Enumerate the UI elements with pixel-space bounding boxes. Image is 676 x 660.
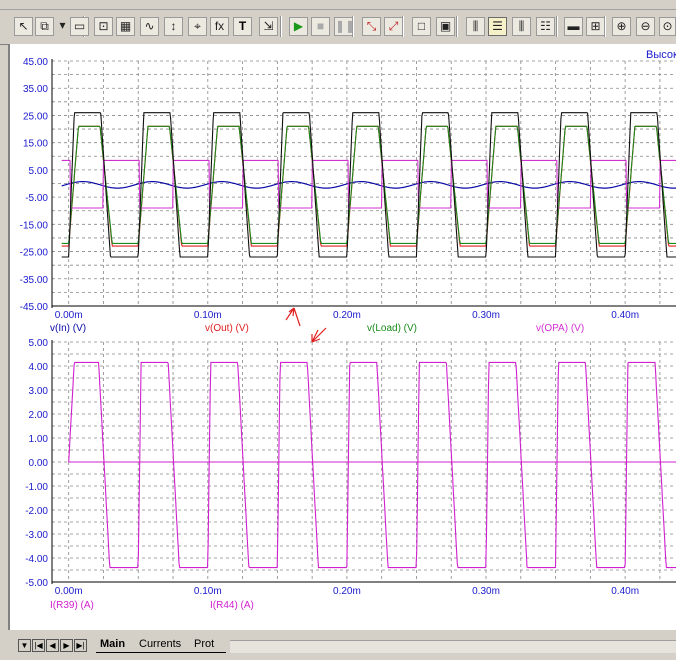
cursor-marker-down-icon[interactable] (311, 327, 327, 343)
next-tab-icon[interactable]: ▶ (60, 639, 73, 652)
text-icon[interactable]: T (233, 17, 252, 36)
cursor-marker-up-icon[interactable] (285, 307, 301, 327)
layout-1-icon[interactable]: ⫼ (466, 17, 485, 36)
menu-strip (0, 0, 676, 10)
toolbar-separator (280, 16, 282, 37)
toolbar: ↖⧉▾▭⊡▦∿↕⌖fxT⇲▶■❚❚⤡⤢□▣⫼☰⫼☷▬⊞⊕⊖⊙ (0, 0, 676, 45)
cursor-icon[interactable]: ↕ (164, 17, 183, 36)
y-tick-label: -15.00 (20, 220, 49, 231)
series-label[interactable]: v(Out) (V) (205, 323, 249, 334)
x-tick-label: 0.20m (333, 310, 361, 321)
series-label[interactable]: v(OPA) (V) (536, 323, 584, 334)
x-tick-label: 0.00m (55, 586, 83, 597)
pointer-icon[interactable]: ↖ (14, 17, 33, 36)
y-tick-label: -25.00 (20, 248, 49, 259)
y-tick-label: 2.00 (29, 410, 49, 421)
export-icon[interactable]: ⇲ (259, 17, 278, 36)
zoom-fit-icon[interactable]: ⊙ (659, 17, 676, 36)
series-label[interactable]: I(R39) (A) (50, 600, 94, 611)
y-tick-label: 4.00 (29, 362, 49, 373)
x-tick-label: 0.20m (333, 586, 361, 597)
series-curve (61, 112, 676, 258)
hgrid2-icon[interactable]: ⊞ (586, 17, 605, 36)
toolbar-separator (456, 16, 458, 37)
y-tick-label: -35.00 (20, 275, 49, 286)
y-tick-label: -2.00 (25, 506, 48, 517)
diagram-svg[interactable]: Высок 45.00 35.00 25.00 15.00 5.00 -5.00 -15.00… (10, 44, 676, 630)
y-tick-label: 5.00 (29, 166, 49, 177)
stop-icon[interactable]: ■ (311, 17, 330, 36)
top-right-label: Высок (646, 49, 676, 61)
prev-tab-icon[interactable]: ◀ (46, 639, 59, 652)
y-tick-label: 1.00 (29, 434, 49, 445)
frame-icon[interactable]: □ (412, 17, 431, 36)
y-tick-label: 5.00 (29, 338, 49, 349)
layout-4-icon[interactable]: ☷ (536, 17, 555, 36)
first-tab-icon[interactable]: ▼ (18, 639, 31, 652)
y-tick-label: 0.00 (29, 458, 49, 469)
tab-prot[interactable]: Prot (194, 637, 214, 652)
layout-2-icon[interactable]: ☰ (488, 17, 507, 36)
x-tick-label: 0.10m (194, 586, 222, 597)
toolbar-separator (556, 16, 558, 37)
window-icon[interactable]: ▭ (70, 17, 89, 36)
dropdown-icon[interactable]: ▾ (58, 17, 67, 36)
tab-currents[interactable]: Currents (139, 637, 181, 652)
zoom-out-icon[interactable]: ⊖ (636, 17, 655, 36)
diagram-red-icon[interactable]: ⤡ (362, 17, 381, 36)
formula-icon[interactable]: fx (210, 17, 229, 36)
y-tick-label: 3.00 (29, 386, 49, 397)
x-tick-label: 0.40m (611, 586, 639, 597)
horizontal-scrollbar[interactable] (230, 640, 676, 653)
series-curve (61, 125, 676, 244)
x-tick-label: 0.40m (611, 310, 639, 321)
grid-icon[interactable]: ▦ (116, 17, 135, 36)
x-tick-label: 0.00m (55, 310, 83, 321)
y-tick-label: -3.00 (25, 530, 48, 541)
y-tick-label: -5.00 (25, 578, 48, 589)
frame2-icon[interactable]: ▣ (436, 17, 455, 36)
pause-icon[interactable]: ❚❚ (334, 17, 353, 36)
x-tick-label: 0.30m (472, 310, 500, 321)
zoom-in-icon[interactable]: ⊕ (612, 17, 631, 36)
y-tick-label: -5.00 (25, 193, 48, 204)
x-tick-label: 0.10m (194, 310, 222, 321)
series-label[interactable]: I(R44) (A) (210, 600, 254, 611)
series-label[interactable]: v(Load) (V) (367, 323, 417, 334)
y-tick-label: 45.00 (23, 57, 48, 68)
curve-icon[interactable]: ∿ (140, 17, 159, 36)
copy-icon[interactable]: ⧉ (35, 17, 54, 36)
diagram-area[interactable]: Высок 45.00 35.00 25.00 15.00 5.00 -5.00 -15.00… (8, 44, 676, 630)
y-tick-label: -45.00 (20, 302, 49, 313)
run-icon[interactable]: ▶ (289, 17, 308, 36)
y-tick-label: 25.00 (23, 111, 48, 122)
y-tick-label: 35.00 (23, 84, 48, 95)
tab-divider (96, 652, 226, 653)
y-tick-label: 15.00 (23, 139, 48, 150)
marker-icon[interactable]: ⌖ (188, 17, 207, 36)
y-tick-label: -4.00 (25, 554, 48, 565)
prev-page-icon[interactable]: |◀ (32, 639, 45, 652)
tab-main[interactable]: Main (100, 637, 125, 652)
tab-bar: ▼ |◀ ◀ ▶ ▶| Main Currents Prot (0, 630, 676, 660)
diagram-red2-icon[interactable]: ⤢ (384, 17, 403, 36)
zoom-to-fit-icon[interactable]: ⊡ (94, 17, 113, 36)
hgrid-icon[interactable]: ▬ (564, 17, 583, 36)
last-tab-icon[interactable]: ▶| (74, 639, 87, 652)
series-curve (61, 181, 676, 189)
layout-3-icon[interactable]: ⫼ (512, 17, 531, 36)
series-label[interactable]: v(In) (V) (50, 323, 86, 334)
series-curve (61, 125, 676, 247)
y-tick-label: -1.00 (25, 482, 48, 493)
series-curve (68, 361, 676, 569)
x-tick-label: 0.30m (472, 586, 500, 597)
